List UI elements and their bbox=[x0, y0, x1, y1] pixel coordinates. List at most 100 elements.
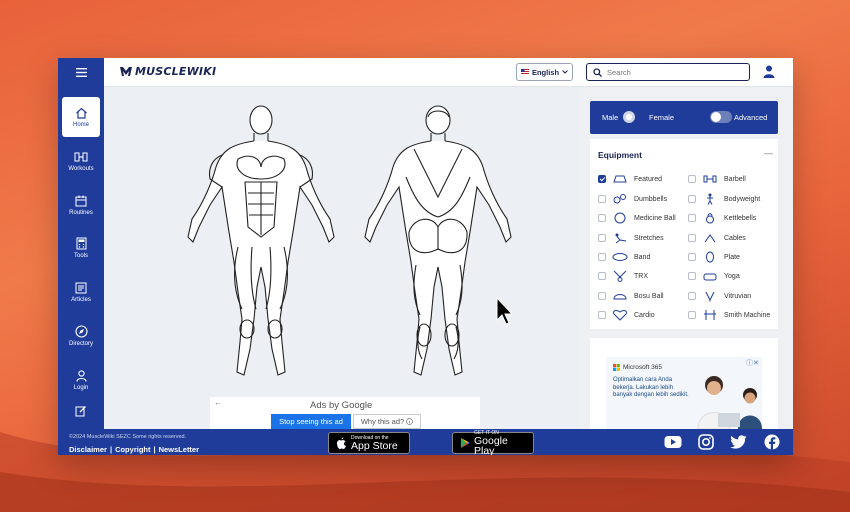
equipment-option-trx[interactable]: TRX bbox=[598, 269, 648, 283]
logo-text: MUSCLEWIKI bbox=[135, 65, 217, 78]
equipment-option-yoga[interactable]: Yoga bbox=[688, 269, 740, 283]
equipment-option-featured[interactable]: Featured bbox=[598, 172, 662, 186]
us-flag-icon bbox=[520, 69, 529, 75]
sidebar-item-workouts[interactable]: Workouts bbox=[62, 141, 100, 181]
checkbox[interactable] bbox=[688, 195, 696, 203]
equipment-label: Barbell bbox=[724, 175, 746, 183]
equipment-option-cardio[interactable]: Cardio bbox=[598, 308, 655, 322]
smith-machine-icon bbox=[704, 310, 716, 320]
equipment-option-barbell[interactable]: Barbell bbox=[688, 172, 746, 186]
sidebar-item-login[interactable]: Login bbox=[62, 360, 100, 400]
equipment-option-band[interactable]: Band bbox=[598, 250, 650, 264]
search-input[interactable] bbox=[607, 67, 737, 77]
kettlebell-icon bbox=[706, 213, 714, 224]
sidebar-item-tools[interactable]: Tools bbox=[62, 228, 100, 268]
facebook-icon[interactable] bbox=[764, 434, 780, 450]
equipment-option-stretches[interactable]: Stretches bbox=[598, 231, 664, 245]
back-body-figure[interactable] bbox=[364, 105, 512, 376]
checkbox[interactable] bbox=[598, 175, 606, 183]
collapse-icon[interactable]: — bbox=[764, 148, 773, 158]
checkbox[interactable] bbox=[688, 234, 696, 242]
sidebar-item-articles[interactable]: Articles bbox=[62, 272, 100, 312]
sidebar-item-directory[interactable]: Directory bbox=[62, 316, 100, 356]
equipment-label: Plate bbox=[724, 253, 740, 261]
equipment-label: Vitruvian bbox=[724, 292, 752, 300]
instagram-icon[interactable] bbox=[698, 434, 714, 450]
ad-back-arrow-icon[interactable]: ← bbox=[214, 398, 222, 407]
checkbox[interactable] bbox=[598, 292, 606, 300]
equipment-option-bosu-ball[interactable]: Bosu Ball bbox=[598, 289, 664, 303]
muscle-body-map[interactable] bbox=[104, 87, 581, 387]
hamburger-menu-button[interactable] bbox=[58, 58, 104, 87]
sidebar-item-routines[interactable]: Routines bbox=[62, 185, 100, 225]
sidebar-item-edit[interactable] bbox=[62, 399, 100, 423]
search-box[interactable] bbox=[586, 63, 750, 81]
sidebar-label-tools: Tools bbox=[73, 253, 88, 259]
google-play-button[interactable]: GET IT ON Google Play bbox=[452, 430, 534, 455]
checkbox[interactable] bbox=[598, 311, 606, 319]
equipment-option-plate[interactable]: Plate bbox=[688, 250, 740, 264]
equipment-option-dumbbells[interactable]: Dumbbells bbox=[598, 192, 667, 206]
checkbox[interactable] bbox=[598, 253, 606, 261]
barbell-icon bbox=[703, 175, 717, 183]
newsletter-link[interactable]: NewsLetter bbox=[159, 445, 199, 454]
equipment-label: TRX bbox=[634, 272, 648, 280]
equipment-label: Yoga bbox=[724, 272, 740, 280]
checkbox[interactable] bbox=[688, 175, 696, 183]
main-content: ← Ads by Google Stop seeing this ad Why … bbox=[104, 87, 581, 429]
equipment-label: Cardio bbox=[634, 311, 655, 319]
google-ad-banner: ← Ads by Google Stop seeing this ad Why … bbox=[210, 397, 480, 429]
ad-close-icon[interactable]: ⓘ✕ bbox=[746, 358, 759, 368]
gender-radio-toggle[interactable] bbox=[623, 111, 635, 123]
checkbox[interactable] bbox=[688, 214, 696, 222]
equipment-label: Bosu Ball bbox=[634, 292, 664, 300]
stop-seeing-ad-button[interactable]: Stop seeing this ad bbox=[271, 414, 351, 429]
checkbox[interactable] bbox=[688, 311, 696, 319]
twitter-icon[interactable] bbox=[730, 435, 747, 449]
checkbox[interactable] bbox=[598, 214, 606, 222]
checkbox[interactable] bbox=[598, 234, 606, 242]
apple-icon bbox=[337, 437, 346, 449]
browser-window: MUSCLEWIKI English Home Workouts R bbox=[58, 58, 793, 455]
equipment-option-smith-machine[interactable]: Smith Machine bbox=[688, 308, 770, 322]
equipment-option-medicine-ball[interactable]: Medicine Ball bbox=[598, 211, 676, 225]
front-body-figure[interactable] bbox=[187, 105, 335, 376]
equipment-label: Band bbox=[634, 253, 651, 261]
equipment-option-vitruvian[interactable]: Vitruvian bbox=[688, 289, 751, 303]
copyright-link[interactable]: Copyright bbox=[115, 445, 150, 454]
checkbox[interactable] bbox=[688, 272, 696, 280]
dumbbell-icon bbox=[613, 194, 626, 204]
equipment-option-bodyweight[interactable]: Bodyweight bbox=[688, 192, 760, 206]
workouts-icon bbox=[74, 152, 88, 161]
checkbox[interactable] bbox=[688, 292, 696, 300]
male-option[interactable]: Male bbox=[602, 113, 618, 122]
microsoft-ad[interactable]: Microsoft 365 Optimalkan cara Anda beker… bbox=[606, 357, 762, 429]
calculator-icon bbox=[76, 237, 86, 250]
sidebar-label-home: Home bbox=[72, 121, 89, 128]
why-this-ad-button[interactable]: Why this ad? bbox=[353, 414, 421, 429]
checkbox[interactable] bbox=[688, 253, 696, 261]
musclewiki-logo[interactable]: MUSCLEWIKI bbox=[120, 65, 216, 78]
youtube-icon[interactable] bbox=[664, 435, 682, 449]
advanced-toggle[interactable] bbox=[710, 111, 732, 123]
stretches-icon bbox=[615, 233, 627, 244]
equipment-label: Medicine Ball bbox=[634, 214, 676, 222]
disclaimer-link[interactable]: Disclaimer bbox=[69, 445, 107, 454]
female-option[interactable]: Female bbox=[649, 113, 674, 122]
checkbox[interactable] bbox=[598, 272, 606, 280]
google-play-big-text: Google Play bbox=[474, 434, 508, 455]
checkbox[interactable] bbox=[598, 195, 606, 203]
equipment-option-cables[interactable]: Cables bbox=[688, 231, 746, 245]
home-icon bbox=[75, 107, 87, 119]
app-store-button[interactable]: Download on the App Store bbox=[328, 432, 410, 454]
advanced-label: Advanced bbox=[734, 113, 768, 122]
microsoft-logo-icon bbox=[613, 364, 620, 371]
equipment-label: Featured bbox=[634, 175, 663, 183]
language-selector[interactable]: English bbox=[516, 63, 573, 81]
equipment-label: Smith Machine bbox=[724, 311, 771, 319]
account-icon[interactable] bbox=[763, 65, 775, 78]
equipment-option-kettlebells[interactable]: Kettlebells bbox=[688, 211, 756, 225]
microsoft-365-label: Microsoft 365 bbox=[623, 364, 663, 371]
sidebar-item-home[interactable]: Home bbox=[62, 97, 100, 137]
equipment-label: Cables bbox=[724, 234, 746, 242]
